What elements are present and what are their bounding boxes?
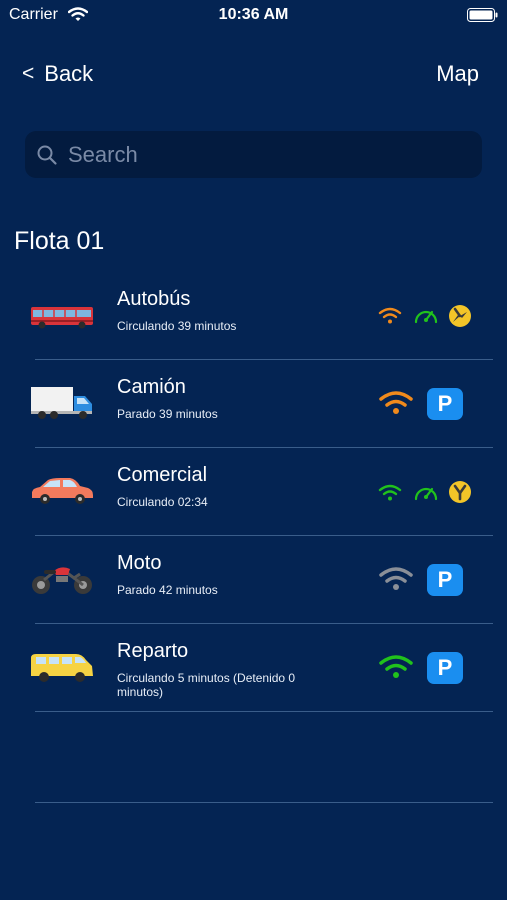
back-button[interactable]: < Back xyxy=(22,61,93,87)
chevron-left-icon: < xyxy=(22,62,35,85)
clock: 10:36 AM xyxy=(218,6,289,23)
row-separator xyxy=(35,711,493,712)
search-input[interactable] xyxy=(66,140,450,169)
wifi-icon xyxy=(378,307,402,324)
parking-icon: P xyxy=(427,652,463,684)
vehicle-status: Parado 42 minutos xyxy=(117,583,218,597)
wifi-icon xyxy=(379,567,413,590)
wifi-icon xyxy=(378,484,402,501)
direction-compass-icon xyxy=(449,305,471,327)
vehicle-name: Comercial xyxy=(117,464,208,486)
parking-icon: P xyxy=(427,388,463,420)
status-bar: Carrier 10:36 AM xyxy=(0,0,507,30)
wifi-icon xyxy=(379,655,413,678)
app-screen: Carrier 10:36 AM < Back Map Flota 01 xyxy=(0,0,507,900)
parking-icon: P xyxy=(427,564,463,596)
motorcycle-icon xyxy=(32,567,92,594)
car-icon xyxy=(32,478,93,504)
vehicle-status: Circulando 39 minutos xyxy=(117,319,237,333)
truck-icon xyxy=(31,387,92,419)
fleet-title: Flota 01 xyxy=(14,227,105,255)
list-item[interactable]: Moto Parado 42 minutos P xyxy=(0,536,507,624)
wifi-icon xyxy=(379,391,413,414)
list-item[interactable]: Camión Parado 39 minutos P xyxy=(0,360,507,448)
row-separator xyxy=(35,802,493,803)
search-icon xyxy=(37,145,57,165)
list-item[interactable]: Reparto Circulando 5 minutos (Detenido 0… xyxy=(0,624,507,712)
speedometer-icon xyxy=(414,487,438,501)
vehicle-list: Autobús Circulando 39 minutos Camión Par… xyxy=(0,272,507,712)
speedometer-icon xyxy=(414,310,438,324)
list-item[interactable]: Autobús Circulando 39 minutos xyxy=(0,272,507,360)
search-bar[interactable] xyxy=(25,131,482,178)
vehicle-name: Autobús xyxy=(117,288,191,310)
van-icon xyxy=(31,654,93,682)
vehicle-name: Camión xyxy=(117,376,186,398)
back-label: Back xyxy=(44,61,94,86)
list-item[interactable]: Comercial Circulando 02:34 xyxy=(0,448,507,536)
vehicle-status: Circulando 5 minutos (Detenido 0 minutos… xyxy=(117,671,296,699)
vehicle-status: Parado 39 minutos xyxy=(117,407,218,421)
vehicle-status: Circulando 02:34 xyxy=(117,495,208,509)
vehicle-name: Reparto xyxy=(117,640,189,662)
direction-compass-icon xyxy=(449,481,471,503)
bus-icon xyxy=(31,307,93,329)
vehicle-name: Moto xyxy=(117,552,162,574)
map-button[interactable]: Map xyxy=(436,61,479,87)
battery-icon xyxy=(467,8,498,22)
